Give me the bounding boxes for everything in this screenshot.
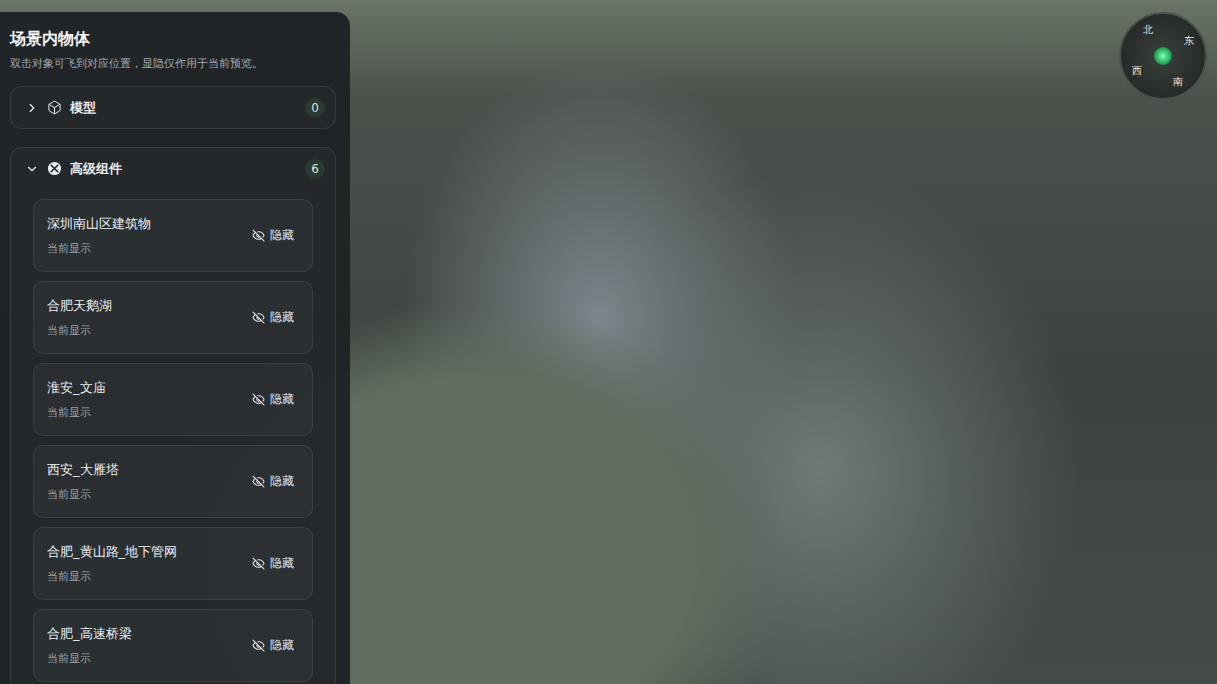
group-label: 高级组件 xyxy=(70,160,297,178)
eye-off-icon xyxy=(252,311,265,324)
hide-button[interactable]: 隐藏 xyxy=(252,389,294,410)
eye-off-icon xyxy=(252,393,265,406)
scene-objects-panel: 场景内物体双击对象可飞到对应位置，显隐仅作用于当前预览。模型 0 高级组件 6 深圳南山… xyxy=(0,12,350,684)
group-list: 模型0高级组件6深圳南山区建筑物当前显示隐藏合肥天鹅湖当前显示隐藏淮安_文庙当前… xyxy=(10,86,336,684)
object-name: 合肥_黄山路_地下管网 xyxy=(47,543,252,561)
eye-off-icon xyxy=(252,475,265,488)
object-name: 西安_大雁塔 xyxy=(47,461,252,479)
compass-center-icon xyxy=(1154,47,1172,65)
object-status: 当前显示 xyxy=(47,241,252,256)
object-name: 深圳南山区建筑物 xyxy=(47,215,252,233)
group-header[interactable]: 高级组件 6 xyxy=(11,148,335,189)
compass-label: 西 xyxy=(1130,64,1144,78)
eye-off-icon xyxy=(252,229,265,242)
object-status: 当前显示 xyxy=(47,405,252,420)
object-status: 当前显示 xyxy=(47,651,252,666)
eye-off-icon xyxy=(252,557,265,570)
object-list: 深圳南山区建筑物当前显示隐藏合肥天鹅湖当前显示隐藏淮安_文庙当前显示隐藏西安_大… xyxy=(11,189,335,682)
object-name: 合肥天鹅湖 xyxy=(47,297,252,315)
map-scene[interactable]: 场景内物体双击对象可飞到对应位置，显隐仅作用于当前预览。模型 0 高级组件 6 深圳南山… xyxy=(0,0,1217,684)
panel-subtitle: 双击对象可飞到对应位置，显隐仅作用于当前预览。 xyxy=(10,56,336,72)
object-card[interactable]: 西安_大雁塔当前显示隐藏 xyxy=(33,445,313,518)
hide-button[interactable]: 隐藏 xyxy=(252,225,294,246)
hide-button[interactable]: 隐藏 xyxy=(252,307,294,328)
count-badge: 6 xyxy=(305,159,325,179)
hide-button[interactable]: 隐藏 xyxy=(252,471,294,492)
object-card[interactable]: 合肥_黄山路_地下管网当前显示隐藏 xyxy=(33,527,313,600)
count-badge: 0 xyxy=(305,98,325,118)
cube-icon xyxy=(47,100,62,115)
compass-label: 南 xyxy=(1171,75,1185,89)
eye-off-icon xyxy=(252,639,265,652)
chevron-right-icon xyxy=(25,101,39,115)
object-status: 当前显示 xyxy=(47,487,252,502)
chevron-down-icon xyxy=(25,162,39,176)
object-status: 当前显示 xyxy=(47,323,252,338)
panel-title: 场景内物体 xyxy=(10,28,336,50)
hide-button[interactable]: 隐藏 xyxy=(252,635,294,656)
group-header[interactable]: 模型 0 xyxy=(11,87,335,128)
compass[interactable]: 北东南 西 xyxy=(1119,12,1207,100)
object-card[interactable]: 深圳南山区建筑物当前显示隐藏 xyxy=(33,199,313,272)
object-name: 合肥_高速桥梁 xyxy=(47,625,252,643)
object-card[interactable]: 淮安_文庙当前显示隐藏 xyxy=(33,363,313,436)
object-name: 淮安_文庙 xyxy=(47,379,252,397)
object-card[interactable]: 合肥_高速桥梁当前显示隐藏 xyxy=(33,609,313,682)
object-group: 高级组件6深圳南山区建筑物当前显示隐藏合肥天鹅湖当前显示隐藏淮安_文庙当前显示隐… xyxy=(10,147,336,684)
object-card[interactable]: 合肥天鹅湖当前显示隐藏 xyxy=(33,281,313,354)
object-group: 模型 0 xyxy=(10,86,336,129)
compass-label: 东 xyxy=(1182,34,1196,48)
component-icon xyxy=(47,161,62,176)
object-status: 当前显示 xyxy=(47,569,252,584)
compass-label: 北 xyxy=(1141,23,1155,37)
hide-button[interactable]: 隐藏 xyxy=(252,553,294,574)
group-label: 模型 xyxy=(70,99,297,117)
